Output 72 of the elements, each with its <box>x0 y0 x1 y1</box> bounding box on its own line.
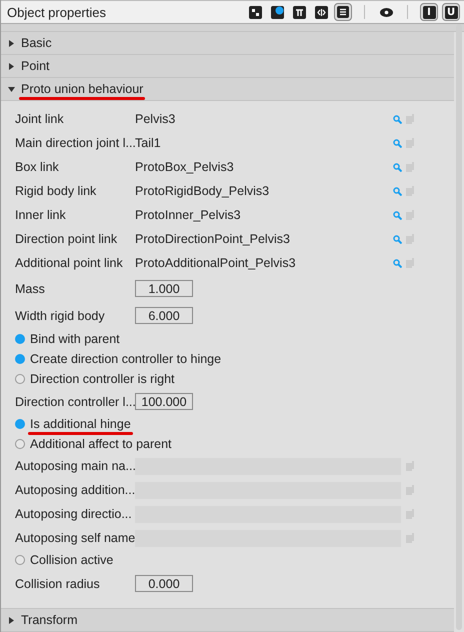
search-icon[interactable] <box>393 210 402 220</box>
link-value: ProtoRigidBody_Pelvis3 <box>135 184 270 198</box>
search-icon[interactable] <box>393 186 402 196</box>
radio-toggle[interactable] <box>15 334 25 344</box>
eye-icon <box>380 8 392 16</box>
option-label: Is additional hinge <box>30 417 131 431</box>
expand-arrow-icon <box>8 40 15 46</box>
option-label: Bind with parent <box>30 332 120 346</box>
collapse-arrow-icon <box>8 86 15 92</box>
property-label: Width rigid body <box>15 308 106 322</box>
section-title: Point <box>21 59 50 73</box>
number-field[interactable]: 6.000 <box>135 307 193 324</box>
section-header[interactable]: Point <box>1 55 454 78</box>
section-header[interactable]: Transform <box>1 609 454 632</box>
property-label: Main direction joint l... <box>15 136 135 150</box>
link-value: ProtoDirectionPoint_Pelvis3 <box>135 232 291 246</box>
toolbar-button[interactable] <box>268 3 286 21</box>
toolbar-button[interactable] <box>312 3 330 21</box>
property-label: Direction point link <box>15 232 118 246</box>
option-label: Collision active <box>30 553 114 567</box>
property-label: Joint link <box>15 112 65 126</box>
option-label: Direction controller is right <box>30 372 174 386</box>
panel-title: Object properties <box>7 4 107 20</box>
toolbar-button[interactable] <box>290 3 308 21</box>
toggle-button[interactable]: I <box>420 3 438 21</box>
property-label: Autoposing directio... <box>15 507 133 521</box>
radio-toggle[interactable] <box>15 555 25 565</box>
radio-toggle[interactable] <box>15 374 25 384</box>
radio-toggle[interactable] <box>15 439 25 449</box>
link-value: Tail1 <box>135 136 162 150</box>
search-icon[interactable] <box>393 114 402 124</box>
section-header[interactable]: Proto union behaviour <box>1 78 454 101</box>
property-label: Mass <box>15 282 46 296</box>
property-label: Rigid body link <box>15 184 98 198</box>
property-label: Collision radius <box>15 576 101 590</box>
link-value: ProtoAdditionalPoint_Pelvis3 <box>135 256 297 270</box>
section-header[interactable]: Basic <box>1 32 454 55</box>
property-label: Box link <box>15 160 60 174</box>
property-label: Autoposing self name <box>15 531 135 545</box>
toolbar-button[interactable] <box>246 3 264 21</box>
number-field[interactable]: 0.000 <box>135 575 193 592</box>
radio-toggle[interactable] <box>15 419 25 429</box>
section-title: Basic <box>21 36 52 50</box>
property-label: Additional point link <box>15 256 124 270</box>
property-label: Autoposing main na... <box>15 459 135 473</box>
property-label: Direction controller l... <box>15 394 135 408</box>
expand-arrow-icon <box>8 616 15 624</box>
number-field[interactable]: 100.000 <box>135 393 193 410</box>
toolbar-button[interactable] <box>334 3 352 21</box>
option-label: Create direction controller to hinge <box>30 352 222 366</box>
link-value: Pelvis3 <box>135 112 176 126</box>
pi-icon <box>292 6 306 18</box>
search-icon[interactable] <box>393 138 402 148</box>
search-icon[interactable] <box>393 258 402 268</box>
toggle-button[interactable]: U <box>442 3 460 21</box>
palette-icon <box>270 6 284 18</box>
radio-toggle[interactable] <box>15 354 25 364</box>
puzzle-icon <box>248 6 262 18</box>
option-label: Additional affect to parent <box>30 437 172 451</box>
link-value: ProtoBox_Pelvis3 <box>135 160 235 174</box>
property-label: Autoposing addition... <box>15 483 135 497</box>
search-icon[interactable] <box>393 162 402 172</box>
property-label: Inner link <box>15 208 67 222</box>
scrollbar[interactable] <box>456 24 462 630</box>
expand-arrow-icon <box>8 62 15 70</box>
section-title: Proto union behaviour <box>21 82 144 96</box>
search-icon[interactable] <box>393 234 402 244</box>
list-icon <box>337 6 349 18</box>
section-title: Transform <box>21 613 78 627</box>
link-value: ProtoInner_Pelvis3 <box>135 208 242 222</box>
code-icon <box>314 6 328 18</box>
number-field[interactable]: 1.000 <box>135 280 193 297</box>
